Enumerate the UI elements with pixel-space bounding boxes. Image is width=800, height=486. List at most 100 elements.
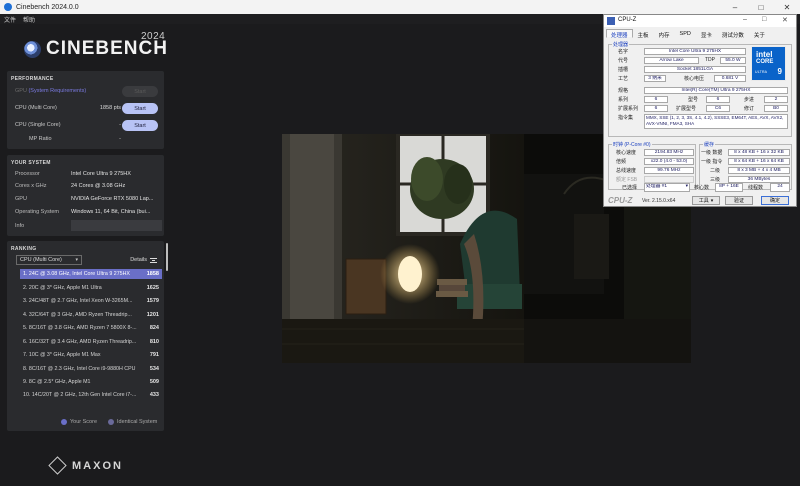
chevron-down-icon: ▾	[75, 257, 78, 263]
tools-button[interactable]: 工具 ▾	[692, 196, 720, 205]
cpuz-minimize-button[interactable]: –	[743, 16, 747, 23]
system-key: GPU	[15, 196, 27, 202]
cpuz-tab-mainboard[interactable]: 主板	[633, 29, 654, 39]
cpuz-tab-processor[interactable]: 处理器	[606, 29, 633, 39]
cpuz-tab-memory[interactable]: 内存	[654, 29, 675, 39]
ranking-category-select[interactable]: CPU (Multi Core) ▾	[16, 255, 82, 265]
field-label: 型号	[688, 97, 699, 103]
cpuz-app-icon	[607, 17, 615, 25]
single-core-start-button[interactable]: Start	[122, 120, 158, 131]
field-label: 步进	[744, 97, 755, 103]
maxon-text: MAXON	[72, 459, 123, 472]
perf-row-multi: CPU (Multi Core) 1858 pts Start	[7, 103, 164, 114]
performance-panel: PERFORMANCE GPU (System Requirements) St…	[7, 71, 164, 149]
logo-year: 2024	[141, 31, 166, 42]
validate-button[interactable]: 验证	[725, 196, 753, 205]
group-label: 处理器	[612, 41, 630, 48]
ranking-row[interactable]: 6. 16C/32T @ 3.4 GHz, AMD Ryzen Threadri…	[20, 337, 162, 347]
window-controls: – □ ✕	[722, 0, 800, 14]
tdp-value: 55.0 W	[720, 57, 746, 64]
multi-core-score: 1858 pts	[99, 105, 121, 111]
system-value: 24 Cores @ 3.08 GHz	[71, 183, 126, 189]
cpuz-title: CPU-Z	[618, 17, 637, 23]
ranking-row[interactable]: 1. 24C @ 3.08 GHz, Intel Core Ultra 9 27…	[20, 269, 162, 279]
l1-instruction-value: 8 x 64 KB + 16 x 64 KB	[728, 158, 790, 165]
close-button[interactable]: ✕	[774, 0, 800, 14]
cpuz-tab-bench[interactable]: 测试分数	[717, 29, 749, 39]
core-speed-value: 2194.83 MHz	[644, 149, 694, 156]
system-key: Info	[15, 223, 25, 229]
filter-icon	[150, 257, 157, 263]
maxon-logo: MAXON	[48, 456, 123, 475]
cpuz-tabs: 处理器 主板 内存 SPD 显卡 测试分数 关于	[606, 29, 770, 39]
system-row-gpu: GPU NVIDIA GeForce RTX 5080 Lap...	[7, 194, 164, 205]
stepping-value: 2	[764, 96, 788, 103]
ranking-row[interactable]: 2. 20C @ 3* GHz, Apple M1 Ultra 1625	[20, 283, 162, 293]
field-label: 额定 FSB	[616, 177, 638, 183]
revision-value: B0	[764, 105, 788, 112]
cpuz-close-button[interactable]: ✕	[782, 16, 788, 24]
field-label: 工艺	[618, 76, 629, 82]
ranking-row[interactable]: 9. 8C @ 2.5* GHz, Apple M1 509	[20, 377, 162, 387]
bus-speed-value: 99.76 MHz	[644, 167, 694, 174]
multi-core-start-button[interactable]: Start	[122, 103, 158, 114]
details-button[interactable]: Details	[130, 257, 157, 263]
gpu-start-button[interactable]: Start	[122, 86, 158, 97]
minimize-button[interactable]: –	[722, 0, 748, 14]
cpuz-window: CPU-Z – □ ✕ 处理器 主板 内存 SPD 显卡 测试分数 关于 处理器…	[603, 14, 797, 207]
ranking-heading: RANKING	[11, 246, 37, 252]
menu-help[interactable]: 帮助	[23, 15, 35, 24]
cpuz-tab-spd[interactable]: SPD	[675, 29, 696, 38]
field-label: 二级	[710, 168, 721, 174]
ok-button[interactable]: 确定	[761, 196, 789, 205]
ext-family-value: 6	[644, 105, 668, 112]
your-score-dot-icon	[61, 419, 67, 425]
field-label: 一级 数据	[701, 150, 723, 156]
system-value: Windows 11, 64 Bit, China (bui...	[71, 209, 151, 215]
field-label: 核心数	[694, 185, 710, 191]
chevron-down-icon: ▾	[710, 197, 714, 204]
info-field[interactable]	[71, 220, 162, 231]
gpu-label: GPU (System Requirements)	[15, 88, 87, 94]
cpuz-tab-about[interactable]: 关于	[749, 29, 770, 39]
ranking-row[interactable]: 4. 32C/64T @ 3 GHz, AMD Ryzen Threadrip.…	[20, 310, 162, 320]
system-row-os: Operating System Windows 11, 64 Bit, Chi…	[7, 207, 164, 218]
multi-core-label: CPU (Multi Core)	[15, 105, 57, 111]
maximize-button[interactable]: □	[748, 0, 774, 14]
cpuz-tab-graphics[interactable]: 显卡	[696, 29, 717, 39]
core-voltage-value: 0.681 V	[714, 75, 746, 82]
field-label: 代号	[618, 58, 629, 64]
system-key: Cores x GHz	[15, 183, 47, 189]
system-key: Processor	[15, 171, 40, 177]
cpuz-version: Ver. 2.15.0.x64	[642, 198, 676, 204]
cpuz-maximize-button[interactable]: □	[762, 16, 766, 23]
system-heading: YOUR SYSTEM	[11, 160, 51, 166]
technology-value: 3 纳米	[644, 75, 666, 82]
ranking-row[interactable]: 5. 8C/16T @ 3.8 GHz, AMD Ryzen 7 5800X 8…	[20, 323, 162, 333]
mp-ratio-value: -	[119, 136, 121, 142]
window-titlebar: Cinebench 2024.0.0 – □ ✕	[0, 0, 800, 14]
processor-select[interactable]: 处理器 #1 ▾	[644, 183, 690, 192]
mp-ratio-label: MP Ratio	[29, 136, 52, 142]
cpuz-footer: CPU-Z Ver. 2.15.0.x64 工具 ▾ 验证 确定	[604, 195, 796, 207]
system-row-cores: Cores x GHz 24 Cores @ 3.08 GHz	[7, 181, 164, 192]
rated-fsb-value	[644, 176, 694, 183]
field-label: 扩展型号	[676, 106, 697, 112]
ranking-row[interactable]: 3. 24C/48T @ 2.7 GHz, Intel Xeon W-3265M…	[20, 296, 162, 306]
perf-row-gpu: GPU (System Requirements) Start	[7, 86, 164, 97]
field-label: TDP	[705, 57, 715, 63]
multiplier-value: x22.0 (4.0 - 53.0)	[644, 158, 694, 165]
field-label: 倍频	[616, 159, 627, 165]
ranking-scrollbar[interactable]	[166, 243, 168, 271]
group-label: 时钟 (P-Core #0)	[612, 141, 652, 148]
chevron-down-icon: ▾	[685, 184, 688, 189]
single-core-label: CPU (Single Core)	[15, 122, 61, 128]
socket-value: Socket 1851LGA	[644, 66, 746, 73]
ranking-row[interactable]: 8. 8C/16T @ 2.3 GHz, Intel Core i9-9880H…	[20, 364, 162, 374]
ranking-row[interactable]: 10. 14C/20T @ 2 GHz, 12th Gen Intel Core…	[20, 390, 162, 400]
maxon-logo-icon	[48, 456, 67, 475]
field-label: 核心速度	[616, 150, 637, 156]
menu-file[interactable]: 文件	[4, 15, 16, 24]
field-label: 三级	[710, 177, 721, 183]
ranking-row[interactable]: 7. 10C @ 3* GHz, Apple M1 Max 791	[20, 350, 162, 360]
